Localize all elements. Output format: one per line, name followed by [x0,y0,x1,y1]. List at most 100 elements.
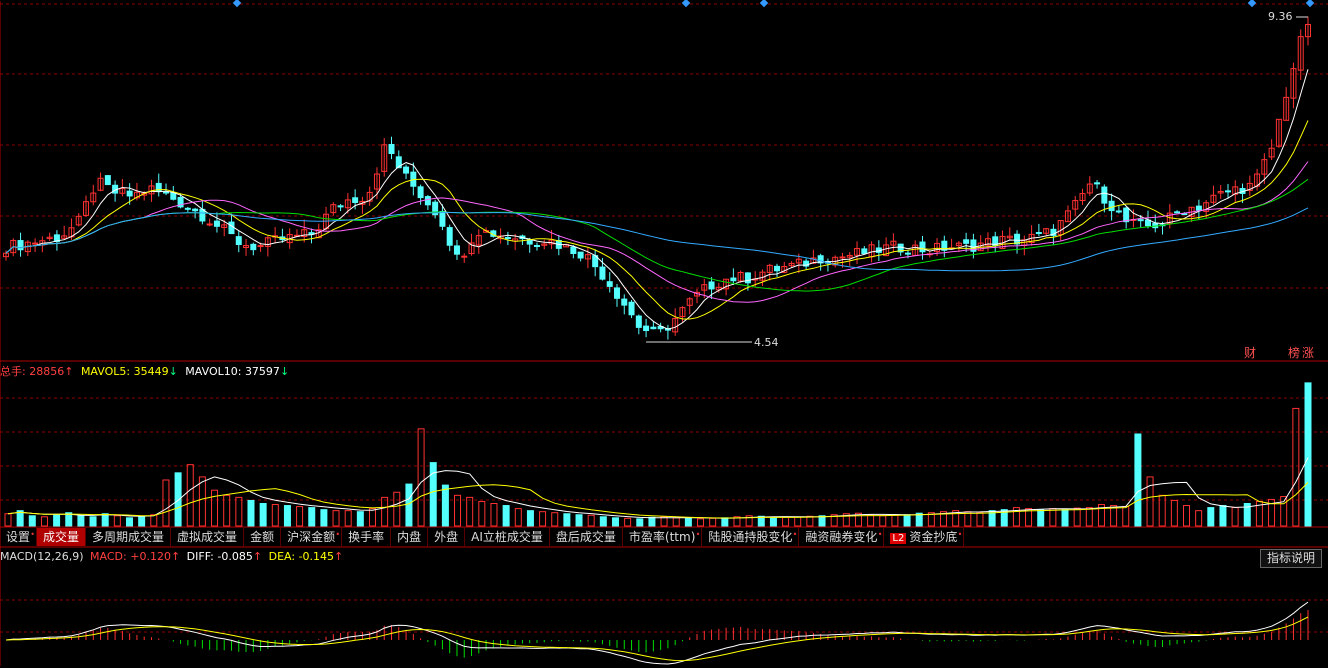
volume-bar [769,516,777,527]
volume-bar [198,476,206,527]
tab-dot-icon: • [792,530,798,539]
tab-9[interactable]: AI立桩成交量 [465,528,550,546]
volume-bar [235,496,243,527]
tab-label: 成交量 [43,530,80,544]
volume-bar [1134,433,1142,527]
mavol5-value: 35449 [133,365,169,378]
candle-body [628,301,635,316]
mavol5-arrow: ↓ [168,365,178,378]
candle-body [744,272,751,284]
diff-value: -0.085 [217,550,253,563]
candle-body [352,197,359,203]
candle-body [439,210,446,227]
tab-7[interactable]: 内盘 [391,528,429,546]
volume-bar [563,513,571,527]
volume-bar [624,517,632,527]
tab-label: 资金抄底 [909,530,958,544]
volume-bar [381,496,389,527]
dea-line [5,616,1309,662]
diff-line [5,601,1309,665]
event-marker-icon [1305,0,1315,8]
candle-body [599,266,606,280]
candle-body [417,186,424,199]
volume-bar [308,507,316,527]
volume-bar [1061,509,1069,527]
tab-10[interactable]: 盘后成交量 [550,528,623,546]
volume-bar [417,428,425,527]
macd-arrow: ↑ [170,550,181,563]
kline-chart[interactable] [0,0,1328,668]
dea-value: -0.145 [298,550,335,563]
tab-dot-icon: • [877,530,883,539]
candle-body [388,143,395,154]
tab-12[interactable]: 陆股通持股变化 • [702,528,800,546]
candle-body [533,244,540,247]
volume-bar [976,512,984,527]
badge-cai[interactable]: 财 [1244,346,1256,360]
volume-bar [356,511,364,527]
tab-1[interactable]: 成交量 [37,528,87,546]
candle-body [32,242,39,245]
volume-bar [502,505,510,527]
volume-bar [296,506,304,527]
volume-bar [89,516,97,527]
candle-body [461,255,468,258]
volume-bar [247,499,255,527]
tab-dot-icon: • [30,530,36,539]
l2-badge: L2 [890,533,907,544]
volume-bar [782,516,790,527]
tab-label: 虚拟成交量 [177,530,238,544]
volume-bar [40,516,48,527]
volume-bar [1183,505,1191,527]
candle-body [424,196,431,206]
candle-body [621,298,628,306]
tab-5[interactable]: 沪深金额 • [281,528,343,546]
volume-bar [53,514,61,527]
tab-13[interactable]: 融资融券变化 • [799,528,885,546]
candle-body [919,241,926,253]
diff-arrow: ↑ [252,550,263,563]
volume-bar [721,517,729,527]
candle-body [730,277,737,282]
high-price-label: 9.36 [1268,10,1293,23]
tab-label: 换手率 [348,530,385,544]
candle-body [904,252,911,255]
volume-bar [599,516,607,527]
tab-0[interactable]: 设置 • [0,528,38,546]
volume-bar [1292,407,1300,527]
candle-body [643,325,650,332]
dea-label: DEA: [268,550,296,563]
tab-4[interactable]: 金额 [244,528,282,546]
tab-8[interactable]: 外盘 [428,528,466,546]
candle-body [1094,182,1101,185]
candle-body [1144,219,1151,227]
mavol10-value: 37597 [244,365,280,378]
candle-body [257,245,264,248]
badge-bang[interactable]: 榜 [1288,346,1300,360]
mavol5-line [7,457,1309,519]
volume-bar [806,515,814,527]
volume-bar [1122,506,1130,527]
tab-14[interactable]: L2 资金抄底 • [884,528,965,546]
candle-body [17,240,24,251]
candle-body [192,208,199,212]
tab-3[interactable]: 虚拟成交量 [171,528,245,546]
candle-body [1137,219,1144,222]
badge-zhang[interactable]: 涨 [1302,346,1314,360]
candle-body [446,227,453,246]
candle-body [504,237,511,240]
tab-6[interactable]: 换手率 [342,528,392,546]
indicator-help-button[interactable]: 指标说明 [1259,549,1322,568]
tab-11[interactable]: 市盈率(ttm) • [623,528,703,546]
tab-2[interactable]: 多周期成交量 [86,528,172,546]
ma5-line [5,69,1309,330]
volume-bar [4,513,12,527]
volume-bar [672,517,680,527]
candle-body [104,175,111,186]
volume-bar [393,491,401,527]
tab-label: 盘后成交量 [555,530,616,544]
candle-body [337,205,344,208]
candle-body [963,239,970,244]
candle-body [708,281,715,290]
mavol5-label: MAVOL5: [80,365,131,378]
